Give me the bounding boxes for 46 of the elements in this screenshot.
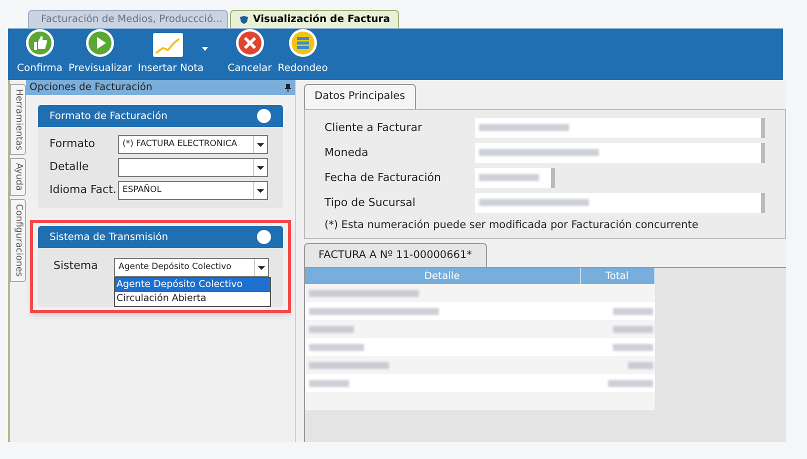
dropdown-field[interactable] bbox=[118, 158, 268, 177]
field-label: Fecha de Facturación bbox=[324, 170, 442, 186]
pin-icon bbox=[284, 84, 290, 92]
collapse-icon[interactable] bbox=[256, 230, 270, 244]
caret-icon bbox=[252, 182, 266, 199]
dropdown-option[interactable]: Agente Depósito Colectivo bbox=[114, 278, 270, 292]
dropdown-field[interactable]: Agente Depósito Colectivo bbox=[114, 258, 268, 277]
panel-title: Opciones de Facturación bbox=[30, 81, 152, 95]
caret-icon[interactable] bbox=[202, 47, 208, 51]
thumbs-up-icon bbox=[24, 28, 55, 58]
dropdown-option[interactable]: Circulación Abierta bbox=[114, 292, 270, 306]
field-label: Detalle bbox=[50, 159, 90, 176]
caret-icon bbox=[252, 159, 266, 176]
close-icon bbox=[234, 28, 265, 58]
field-label: Sistema bbox=[54, 258, 99, 274]
field-label: Formato bbox=[50, 136, 96, 152]
field-label: Tipo de Sucursal bbox=[324, 194, 416, 210]
table-row[interactable] bbox=[304, 356, 654, 374]
section-header: Sistema de Transmisión bbox=[38, 226, 282, 248]
field-label: Idioma Fact. bbox=[50, 182, 118, 198]
caret-icon bbox=[254, 259, 268, 276]
caret-icon bbox=[252, 136, 266, 153]
toolbar-button[interactable]: Insertar Nota bbox=[136, 32, 223, 76]
tab[interactable]: Datos Principales bbox=[304, 84, 416, 109]
side-tab[interactable]: Ayuda bbox=[10, 158, 26, 196]
toolbar-button[interactable]: Redondeo bbox=[276, 28, 329, 76]
coins-icon bbox=[288, 28, 318, 58]
side-tab[interactable]: Configuraciones bbox=[10, 199, 26, 282]
table-row[interactable] bbox=[304, 284, 654, 302]
tab[interactable]: FACTURA A Nº 11-00000661* bbox=[304, 242, 487, 268]
toolbar-button[interactable]: Cancelar bbox=[226, 28, 273, 76]
play-icon bbox=[85, 28, 116, 58]
table-row[interactable] bbox=[304, 320, 654, 338]
field-label: Cliente a Facturar bbox=[324, 120, 424, 136]
dropdown-field[interactable]: ESPAÑOL bbox=[118, 181, 268, 200]
dropdown-field[interactable]: (*) FACTURA ELECTRONICA bbox=[118, 135, 268, 154]
shield-icon bbox=[239, 14, 249, 24]
collapse-icon[interactable] bbox=[256, 109, 270, 123]
line-chart-icon bbox=[152, 32, 184, 58]
field-label: Moneda bbox=[324, 144, 370, 160]
toolbar-button[interactable]: Previsualizar bbox=[68, 28, 133, 76]
document-tab[interactable]: Visualización de Factura bbox=[230, 10, 399, 28]
footnote-text: (*) Esta numeración puede ser modificada por Facturación concurrente bbox=[324, 218, 700, 233]
toolbar-button[interactable]: Confirma bbox=[16, 28, 64, 76]
side-tab[interactable]: Herramientas bbox=[10, 84, 26, 156]
section-header: Formato de Facturación bbox=[38, 105, 282, 127]
